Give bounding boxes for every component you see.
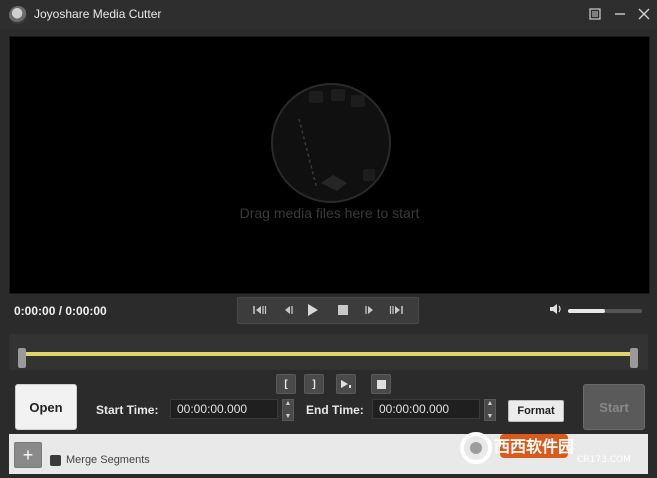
volume-level — [568, 309, 605, 313]
set-end-button[interactable]: ] — [304, 374, 324, 394]
drag-hint-text: Drag media files here to start — [239, 205, 420, 221]
format-button[interactable]: Format — [508, 400, 564, 422]
add-segment-button[interactable]: + — [14, 442, 42, 468]
menu-icon[interactable] — [585, 4, 605, 24]
playback-controls — [237, 297, 419, 324]
end-time-label: End Time: — [306, 403, 364, 417]
stop-icon[interactable] — [333, 301, 353, 319]
window-title: Joyoshare Media Cutter — [34, 7, 162, 21]
set-start-button[interactable]: [ — [276, 374, 296, 394]
merge-segments-checkbox[interactable] — [50, 455, 61, 466]
app-logo-icon — [9, 6, 27, 24]
step-back-icon[interactable] — [278, 301, 298, 319]
timeline-bar[interactable] — [26, 352, 630, 356]
close-icon[interactable] — [634, 4, 654, 24]
start-time-input[interactable] — [170, 399, 278, 419]
next-frame-icon[interactable] — [386, 301, 406, 319]
minimize-icon[interactable] — [610, 4, 630, 24]
previous-frame-icon[interactable] — [250, 301, 270, 319]
end-time-spinner[interactable]: ▲ ▼ — [484, 399, 496, 421]
step-forward-icon[interactable] — [360, 301, 380, 319]
watermark-logo: 西西软件园 CR173.COM — [456, 426, 636, 466]
play-segment-icon[interactable] — [336, 374, 356, 394]
timeline-end-handle[interactable] — [630, 348, 638, 368]
timeline-start-handle[interactable] — [18, 348, 26, 368]
time-display: 0:00:00 / 0:00:00 — [14, 304, 107, 318]
play-icon[interactable] — [303, 301, 323, 319]
watermark-cn-text: 西西软件园 — [494, 437, 574, 456]
stop-segment-icon[interactable] — [371, 374, 391, 394]
end-time-input[interactable] — [372, 399, 480, 419]
film-reel-icon — [271, 83, 391, 203]
start-button[interactable]: Start — [583, 384, 645, 430]
start-time-label: Start Time: — [96, 403, 159, 417]
start-time-spinner[interactable]: ▲ ▼ — [282, 399, 294, 421]
watermark-en-text: CR173.COM — [577, 455, 631, 465]
video-preview-area[interactable]: Drag media files here to start — [9, 36, 650, 294]
open-button[interactable]: Open — [15, 384, 77, 430]
merge-segments-label: Merge Segments — [66, 454, 150, 466]
volume-icon[interactable] — [549, 303, 563, 318]
